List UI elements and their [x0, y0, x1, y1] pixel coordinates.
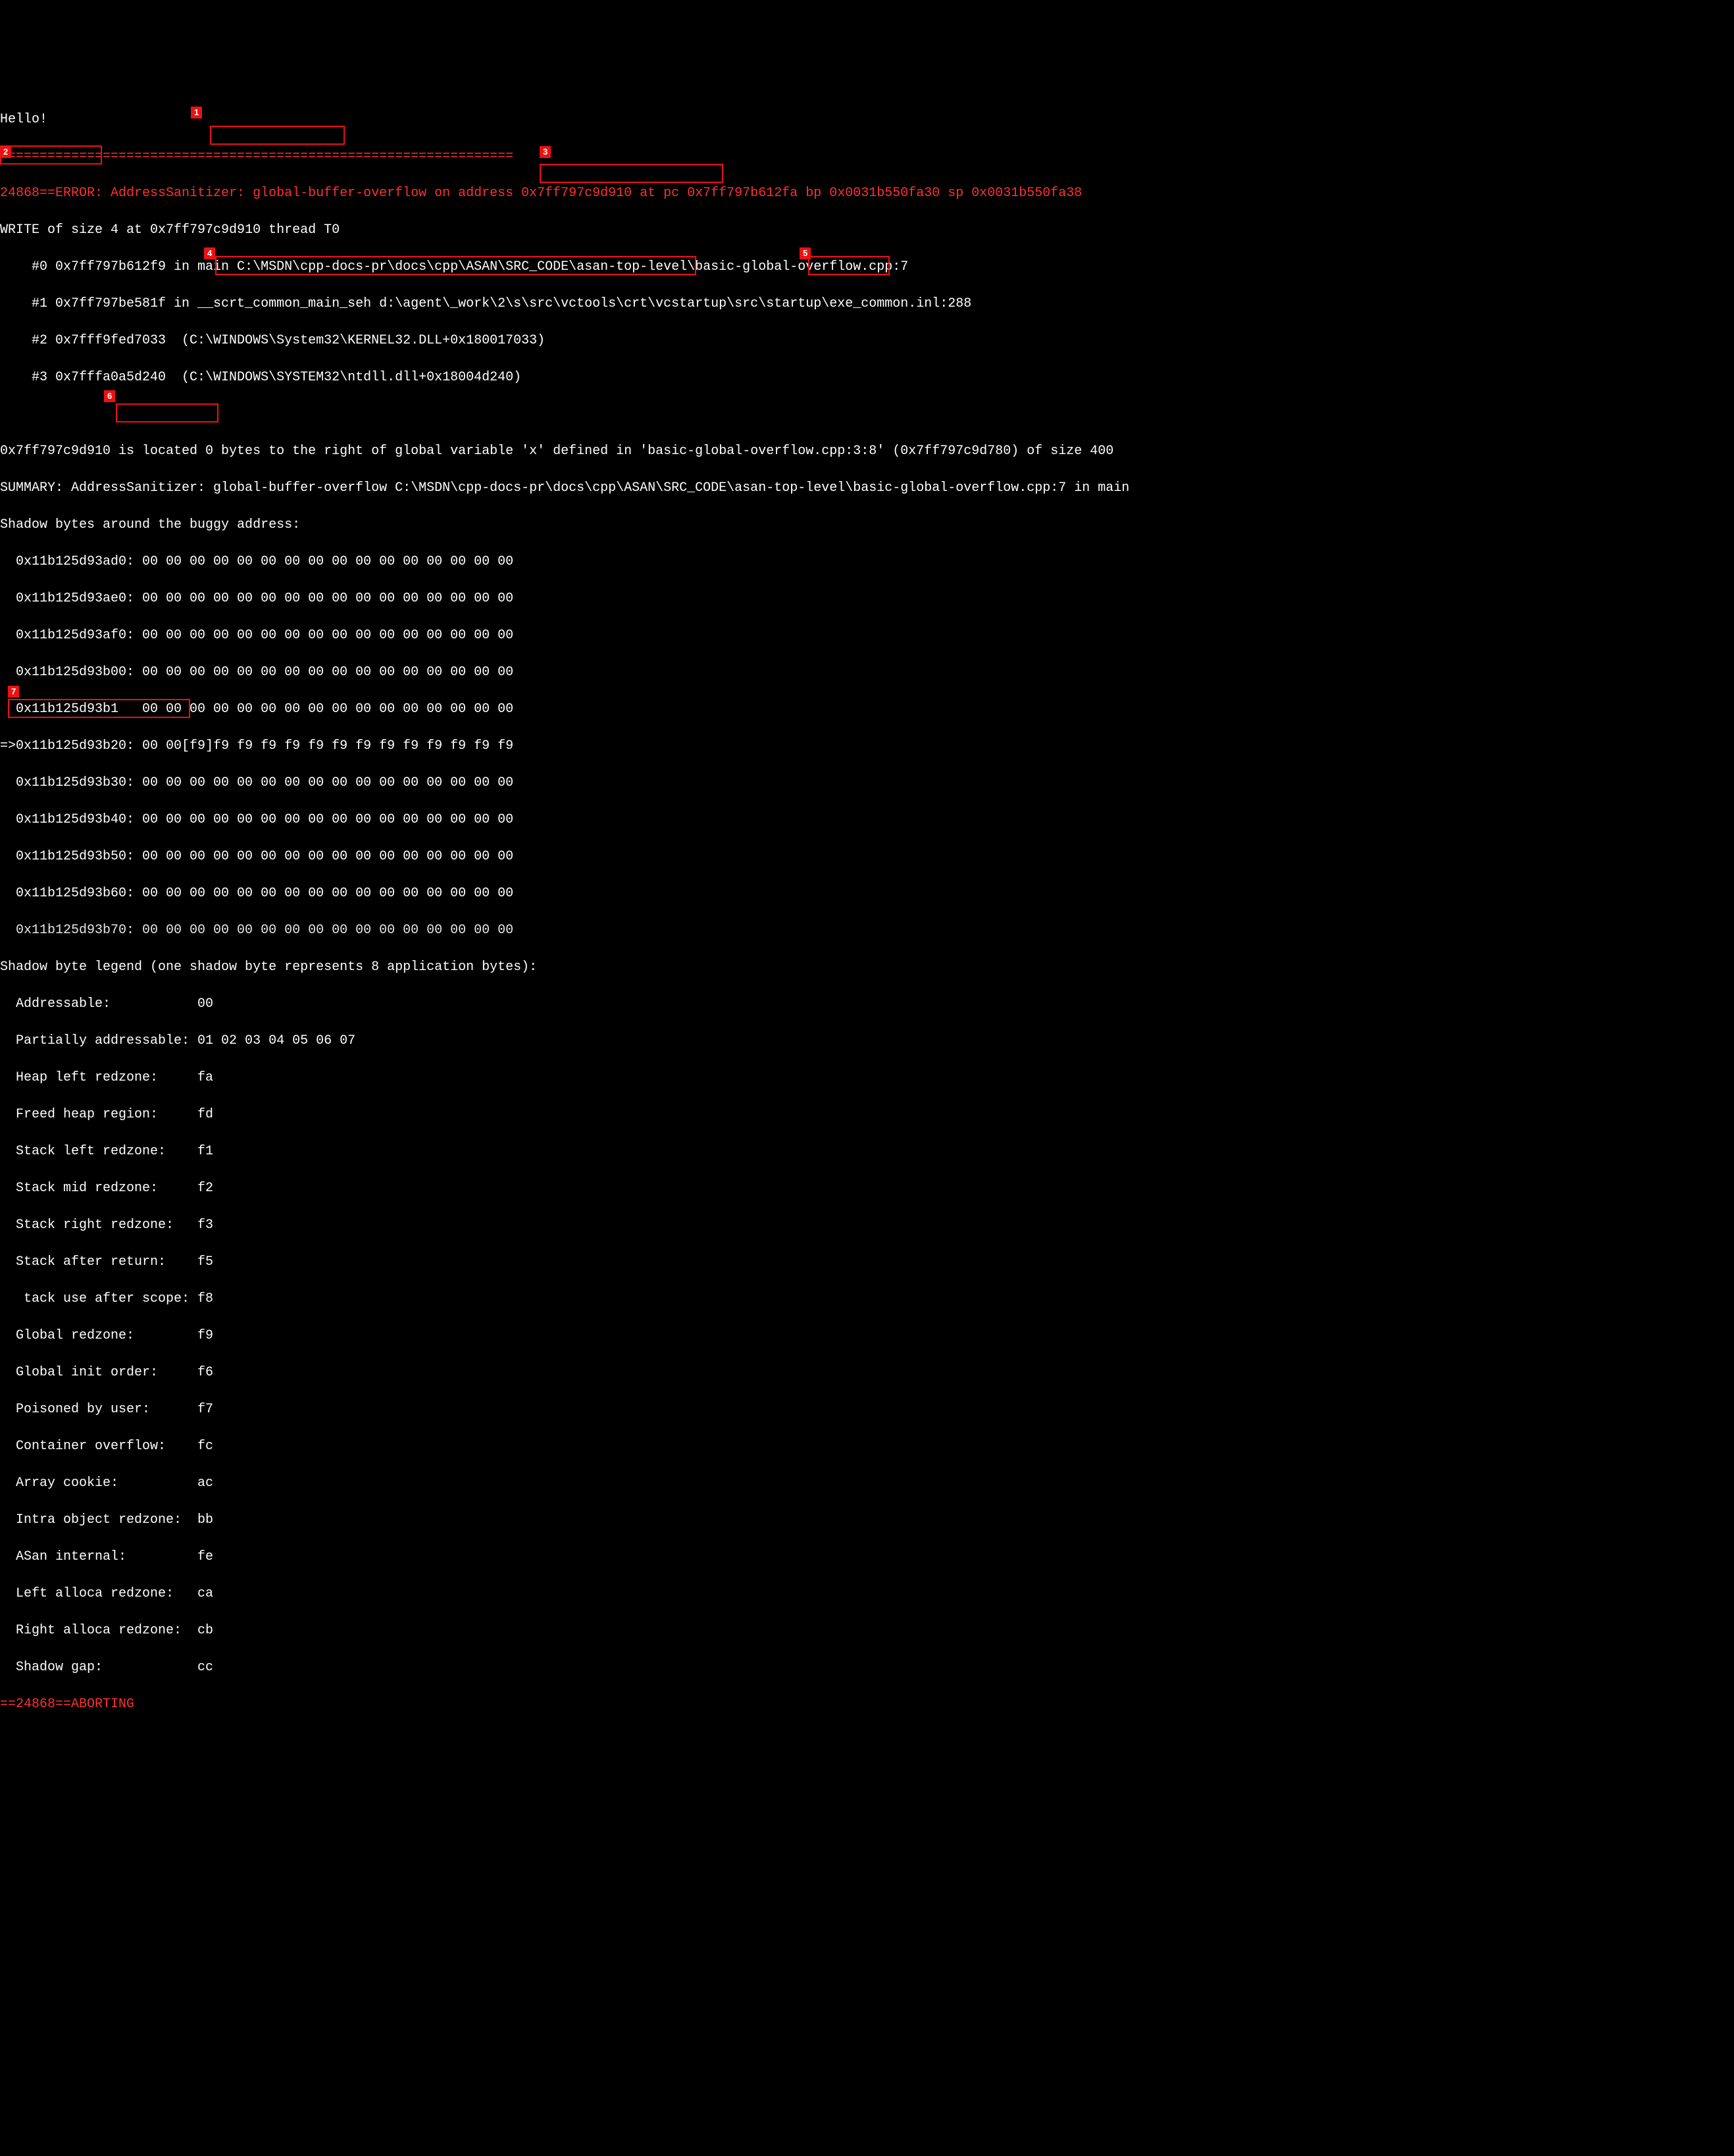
write-of-size: WRITE of size 4 [0, 222, 118, 238]
legend-row: Freed heap region: fd [0, 1106, 1734, 1124]
shadow-row: 0x11b125d93b30: 00 00 00 00 00 00 00 00 … [0, 774, 1734, 792]
annotation-badge-5: 5 [800, 247, 811, 259]
shadow-row: 0x11b125d93b60: 00 00 00 00 00 00 00 00 … [0, 885, 1734, 903]
shadow-row: 0x11b125d93ad0: 00 00 00 00 00 00 00 00 … [0, 553, 1734, 571]
legend-row: Intra object redzone: bb [0, 1511, 1734, 1529]
write-at: at 0x7ff797c9d910 thread T0 [118, 222, 340, 238]
legend-row: Stack right redzone: f3 [0, 1216, 1734, 1235]
shadow-current-rest: f9 f9 f9 f9 f9 f9 f9 f9 f9 f9 f9 [261, 738, 513, 754]
legend-row: tack use after scope: f8 [0, 1290, 1734, 1308]
shadow-current-hl: 00 00[f9]f9 f9 [142, 738, 261, 754]
legend-row: Array cookie: ac [0, 1474, 1734, 1493]
legend-row: ASan internal: fe [0, 1548, 1734, 1566]
error-type: global-buffer-overflow [253, 186, 426, 201]
shadow-current-row: =>0x11b125d93b20: 00 00[f9]f9 f9 f9 f9 f… [0, 737, 1734, 756]
legend-row: Heap left redzone: fa [0, 1069, 1734, 1087]
legend-row: Left alloca redzone: ca [0, 1585, 1734, 1603]
annotation-badge-3: 3 [540, 146, 551, 158]
error-prefix: 24868==ERROR: AddressSanitizer: [0, 186, 253, 201]
write-line: WRITE of size 4 at 0x7ff797c9d910 thread… [0, 221, 1734, 240]
annotation-badge-2: 2 [0, 146, 11, 158]
frame-3: #3 0x7fffa0a5d240 (C:\WINDOWS\SYSTEM32\n… [0, 369, 1734, 387]
located-paren: (0x7ff797c9d780) [884, 444, 1027, 459]
annotation-badge-4: 4 [204, 247, 215, 259]
legend-row: Poisoned by user: f7 [0, 1400, 1734, 1419]
shadow-row: 0x11b125d93b70: 00 00 00 00 00 00 00 00 … [0, 921, 1734, 940]
legend-header: Shadow byte legend (one shadow byte repr… [0, 958, 1734, 977]
legend-row: Partially addressable: 01 02 03 04 05 06… [0, 1032, 1734, 1050]
blank-line [0, 405, 1734, 424]
legend-row-global-redzone: Global redzone: f9 [0, 1327, 1734, 1345]
shadow-row: 0x11b125d93b1 00 00 00 00 00 00 00 00 00… [0, 700, 1734, 719]
located-line: 0x7ff797c9d910 is located 0 bytes to the… [0, 442, 1734, 461]
legend-row: Stack left redzone: f1 [0, 1142, 1734, 1161]
shadow-row: 0x11b125d93b40: 00 00 00 00 00 00 00 00 … [0, 811, 1734, 829]
frame-0: #0 0x7ff797b612f9 in main C:\MSDN\cpp-do… [0, 258, 1734, 276]
located-mid: to the right of global variable 'x' defi… [268, 444, 884, 459]
legend-row: Container overflow: fc [0, 1437, 1734, 1456]
shadow-row: 0x11b125d93b00: 00 00 00 00 00 00 00 00 … [0, 663, 1734, 682]
legend-row: Addressable: 00 [0, 995, 1734, 1014]
shadow-current-prefix: =>0x11b125d93b20: [0, 738, 142, 754]
shadow-header: Shadow bytes around the buggy address: [0, 516, 1734, 534]
shadow-row: 0x11b125d93b50: 00 00 00 00 00 00 00 00 … [0, 848, 1734, 866]
legend-row: Global init order: f6 [0, 1364, 1734, 1382]
highlight-box-3-source-file [540, 164, 723, 183]
frame-1: #1 0x7ff797be581f in __scrt_common_main_… [0, 295, 1734, 313]
highlight-box-1-error-type [210, 126, 345, 145]
annotation-badge-7: 7 [8, 686, 19, 698]
divider-line: ========================================… [0, 147, 1734, 166]
located-size: of size 400 [1027, 444, 1113, 459]
frame-2: #2 0x7fff9fed7033 (C:\WINDOWS\System32\K… [0, 332, 1734, 350]
located-prefix: 0x7ff797c9d910 is located 0 bytes [0, 444, 268, 459]
terminal-output: Hello! =================================… [0, 92, 1734, 2064]
legend-row: Shadow gap: cc [0, 1658, 1734, 1677]
error-line: 24868==ERROR: AddressSanitizer: global-b… [0, 184, 1734, 203]
legend-row: Stack after return: f5 [0, 1253, 1734, 1271]
summary-line: SUMMARY: AddressSanitizer: global-buffer… [0, 479, 1734, 498]
annotation-badge-1: 1 [191, 107, 202, 118]
shadow-row: 0x11b125d93af0: 00 00 00 00 00 00 00 00 … [0, 627, 1734, 645]
shadow-row: 0x11b125d93ae0: 00 00 00 00 00 00 00 00 … [0, 590, 1734, 608]
legend-row: Right alloca redzone: cb [0, 1622, 1734, 1640]
error-addr: on address 0x7ff797c9d910 at pc 0x7ff797… [426, 186, 1082, 201]
aborting-line: ==24868==ABORTING [0, 1695, 1734, 1714]
annotation-badge-6: 6 [104, 390, 115, 402]
legend-row: Stack mid redzone: f2 [0, 1179, 1734, 1198]
greeting-line: Hello! [0, 111, 1734, 129]
